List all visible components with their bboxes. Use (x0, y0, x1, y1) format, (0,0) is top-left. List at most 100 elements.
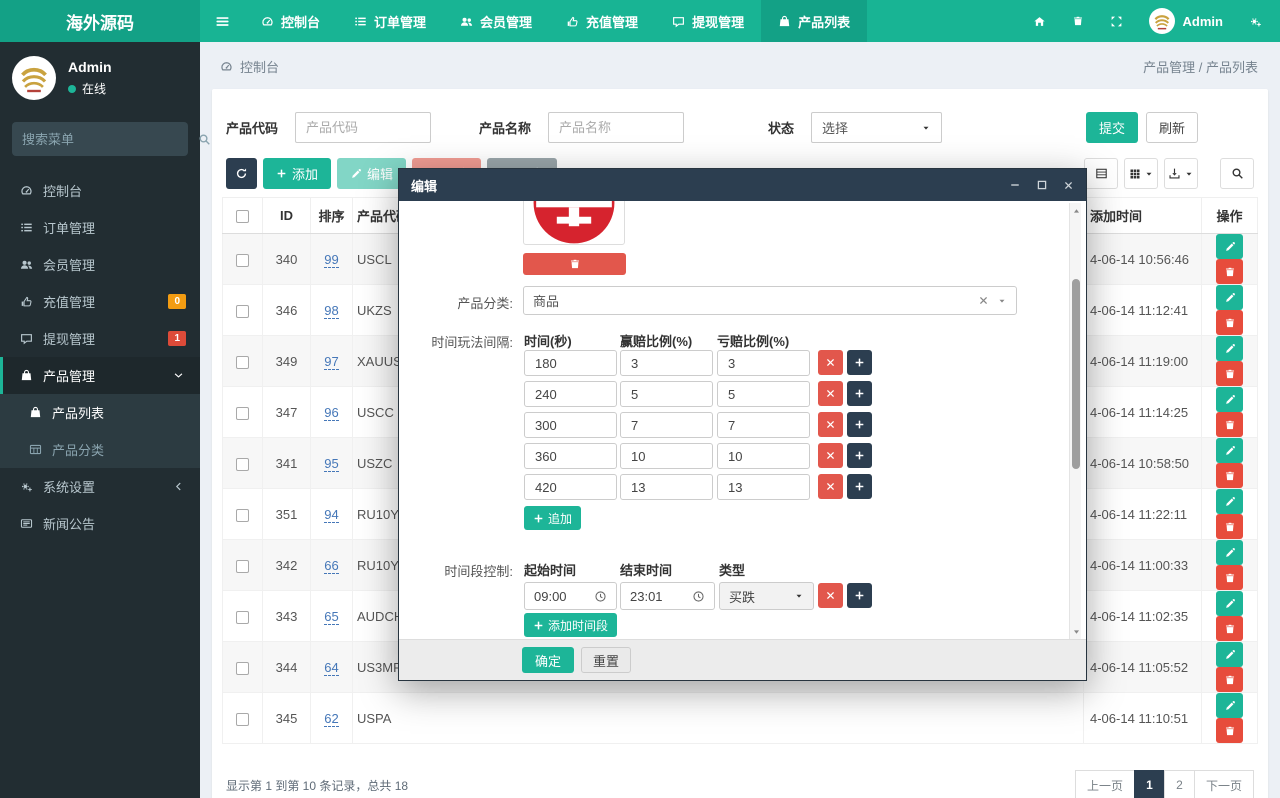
row-checkbox[interactable] (236, 355, 249, 369)
search-toggle-button[interactable] (1220, 158, 1254, 189)
row-delete-button[interactable] (1216, 259, 1243, 284)
row-checkbox[interactable] (236, 661, 249, 675)
pagination-next[interactable]: 下一页 (1193, 770, 1254, 798)
interval-lose-input[interactable] (717, 412, 810, 438)
remove-interval-button[interactable] (818, 412, 843, 437)
export-button[interactable] (1164, 158, 1198, 189)
sidebar-item[interactable]: 提现管理 1 (0, 320, 200, 357)
category-select[interactable]: 商品 (523, 286, 1017, 315)
row-edit-button[interactable] (1216, 540, 1243, 565)
navbar-item[interactable]: 充值管理 (549, 0, 655, 42)
pagination-prev[interactable]: 上一页 (1074, 770, 1135, 798)
columns-button[interactable] (1124, 158, 1158, 189)
sidebar-item[interactable]: 会员管理 (0, 246, 200, 283)
clear-icon[interactable] (978, 295, 989, 306)
interval-lose-input[interactable] (717, 443, 810, 469)
row-delete-button[interactable] (1216, 565, 1243, 590)
row-checkbox[interactable] (236, 406, 249, 420)
row-checkbox[interactable] (236, 610, 249, 624)
sort-link[interactable]: 64 (324, 659, 339, 676)
interval-time-input[interactable] (524, 350, 617, 376)
start-time-input[interactable]: 09:00 (524, 582, 617, 610)
interval-lose-input[interactable] (717, 350, 810, 376)
sort-link[interactable]: 96 (324, 404, 339, 421)
remove-interval-button[interactable] (818, 474, 843, 499)
interval-win-input[interactable] (620, 412, 713, 438)
maximize-icon[interactable] (1036, 179, 1048, 191)
end-time-input[interactable]: 23:01 (620, 582, 715, 610)
row-edit-button[interactable] (1216, 234, 1243, 259)
row-checkbox[interactable] (236, 508, 249, 522)
scrollbar-thumb[interactable] (1072, 279, 1080, 469)
row-edit-button[interactable] (1216, 489, 1243, 514)
scroll-up-icon[interactable] (1070, 205, 1082, 217)
row-edit-button[interactable] (1216, 591, 1243, 616)
col-time[interactable]: 添加时间 (1083, 197, 1202, 234)
confirm-button[interactable]: 确定 (522, 647, 575, 673)
navbar-item[interactable]: 控制台 (244, 0, 337, 42)
sidebar-item[interactable]: 产品分类 (0, 431, 200, 468)
interval-time-input[interactable] (524, 381, 617, 407)
row-edit-button[interactable] (1216, 387, 1243, 412)
minimize-icon[interactable] (1009, 179, 1021, 191)
sidebar-item[interactable]: 充值管理 0 (0, 283, 200, 320)
search-icon[interactable] (198, 133, 211, 146)
navbar-item[interactable]: 订单管理 (337, 0, 443, 42)
close-icon[interactable] (1063, 179, 1074, 191)
row-delete-button[interactable] (1216, 361, 1243, 386)
add-interval-button[interactable] (847, 412, 872, 437)
row-checkbox[interactable] (236, 253, 249, 267)
navbar-item[interactable]: 产品列表 (761, 0, 868, 42)
sidebar-item[interactable]: 产品管理 (0, 357, 200, 394)
interval-win-input[interactable] (620, 381, 713, 407)
col-sort[interactable]: 排序 (310, 197, 353, 234)
brand-logo[interactable]: 海外源码 (0, 0, 200, 42)
add-interval-button[interactable] (847, 443, 872, 468)
navbar-item[interactable]: 提现管理 (655, 0, 761, 42)
row-delete-button[interactable] (1216, 616, 1243, 641)
reset-button[interactable]: 重置 (581, 647, 632, 673)
toggle-view-button[interactable] (1084, 158, 1118, 189)
row-delete-button[interactable] (1216, 667, 1243, 692)
sort-link[interactable]: 95 (324, 455, 339, 472)
remove-interval-button[interactable] (818, 381, 843, 406)
interval-win-input[interactable] (620, 350, 713, 376)
pagination-page-1[interactable]: 1 (1133, 770, 1165, 798)
interval-time-input[interactable] (524, 474, 617, 500)
interval-win-input[interactable] (620, 474, 713, 500)
period-type-select[interactable]: 买跌 (719, 582, 814, 610)
interval-time-input[interactable] (524, 412, 617, 438)
row-edit-button[interactable] (1216, 285, 1243, 310)
interval-lose-input[interactable] (717, 474, 810, 500)
dialog-titlebar[interactable]: 编辑 (399, 169, 1086, 201)
add-button[interactable]: 添加 (263, 158, 332, 189)
sort-link[interactable]: 65 (324, 608, 339, 625)
interval-time-input[interactable] (524, 443, 617, 469)
scroll-down-icon[interactable] (1070, 625, 1082, 637)
sidebar-item[interactable]: 控制台 (0, 172, 200, 209)
append-button[interactable]: 追加 (524, 506, 582, 530)
edit-button[interactable]: 编辑 (337, 158, 407, 189)
row-edit-button[interactable] (1216, 438, 1243, 463)
row-checkbox[interactable] (236, 304, 249, 318)
status-select[interactable]: 选择 (811, 112, 943, 143)
sidebar-toggle-button[interactable] (200, 0, 244, 42)
add-interval-button[interactable] (847, 381, 872, 406)
dialog-scrollbar[interactable] (1069, 203, 1081, 639)
submit-button[interactable]: 提交 (1085, 112, 1138, 143)
row-delete-button[interactable] (1216, 412, 1243, 437)
sort-link[interactable]: 94 (324, 506, 339, 523)
row-edit-button[interactable] (1216, 693, 1243, 718)
sort-link[interactable]: 99 (324, 251, 339, 268)
sidebar-item[interactable]: 产品列表 (0, 394, 200, 431)
sort-link[interactable]: 97 (324, 353, 339, 370)
row-delete-button[interactable] (1216, 310, 1243, 335)
interval-win-input[interactable] (620, 443, 713, 469)
row-checkbox[interactable] (236, 712, 249, 726)
sort-link[interactable]: 98 (324, 302, 339, 319)
pagination-page-2[interactable]: 2 (1163, 770, 1195, 798)
remove-interval-button[interactable] (818, 443, 843, 468)
sort-link[interactable]: 62 (324, 710, 339, 727)
sidebar-search-input[interactable] (22, 131, 198, 147)
sidebar-item[interactable]: 新闻公告 (0, 505, 200, 542)
